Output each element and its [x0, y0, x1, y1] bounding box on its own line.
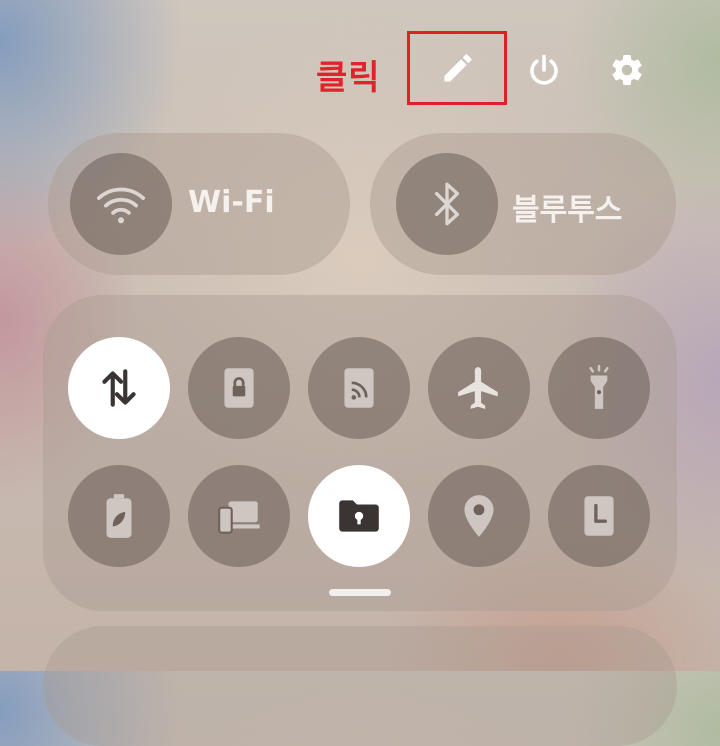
airplane-icon	[458, 367, 498, 409]
annotation-label: 클릭	[316, 58, 381, 98]
power-button[interactable]	[524, 50, 564, 90]
lock-screen-icon	[224, 368, 254, 408]
device-link-toggle[interactable]	[188, 465, 290, 567]
location-toggle[interactable]	[428, 465, 530, 567]
panel-drag-handle[interactable]	[329, 589, 391, 596]
location-icon	[464, 495, 494, 537]
bluetooth-icon-circle	[396, 153, 498, 255]
battery-saver-icon	[106, 494, 132, 538]
flashlight-toggle[interactable]	[548, 337, 650, 439]
cast-icon	[344, 368, 374, 408]
battery-saver-toggle[interactable]	[68, 465, 170, 567]
wifi-toggle[interactable]: Wi-Fi	[48, 133, 350, 275]
flashlight-icon	[589, 364, 609, 409]
pencil-icon	[444, 54, 472, 82]
wifi-icon	[96, 187, 146, 224]
bluetooth-toggle[interactable]: 블루투스	[370, 133, 676, 275]
secure-folder-toggle[interactable]	[308, 465, 410, 567]
devices-icon	[218, 501, 260, 534]
mobile-data-toggle[interactable]	[68, 337, 170, 439]
secure-folder-icon	[339, 500, 379, 532]
power-icon	[530, 54, 558, 85]
bottom-panel	[43, 626, 677, 746]
cast-toggle[interactable]	[308, 337, 410, 439]
gear-icon	[612, 54, 642, 85]
edit-button[interactable]	[438, 48, 478, 88]
mobile-data-icon	[102, 369, 136, 407]
lock-screen-toggle[interactable]	[188, 337, 290, 439]
bluetooth-icon	[434, 182, 460, 226]
bluetooth-label: 블루투스	[512, 193, 623, 228]
clock-toggle[interactable]	[548, 465, 650, 567]
airplane-mode-toggle[interactable]	[428, 337, 530, 439]
wifi-icon-circle	[70, 153, 172, 255]
clock-icon	[584, 496, 614, 536]
settings-button[interactable]	[607, 50, 647, 90]
wifi-label: Wi-Fi	[188, 185, 275, 220]
